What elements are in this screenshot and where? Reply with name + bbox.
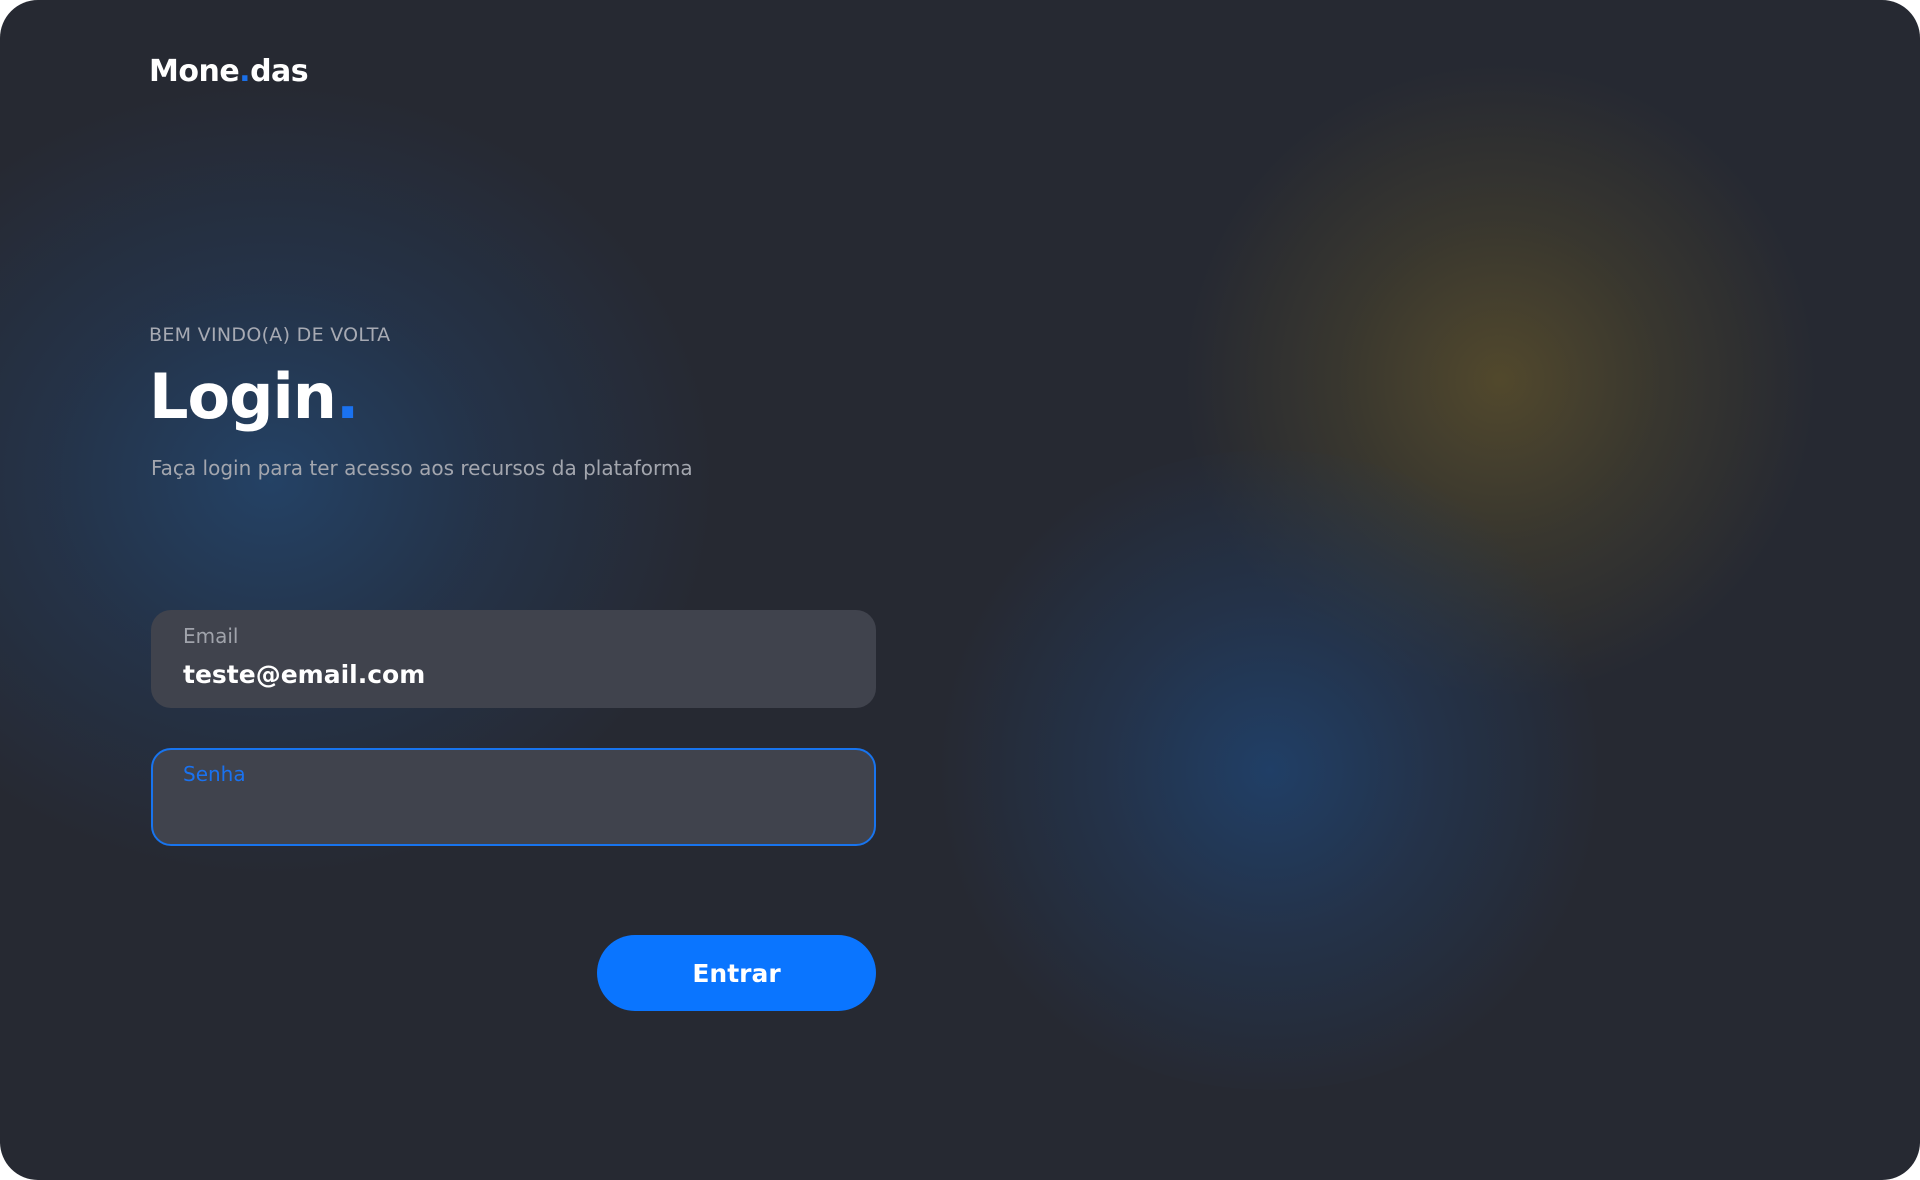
- brand-name-dot: .: [239, 54, 251, 89]
- page-title: Login.: [149, 357, 360, 437]
- password-field[interactable]: Senha: [151, 748, 876, 846]
- brand-logo[interactable]: Mone.das: [149, 54, 309, 89]
- page-subtitle: Faça login para ter acesso aos recursos …: [151, 456, 693, 480]
- email-field[interactable]: Email: [151, 610, 876, 708]
- page-title-dot: .: [335, 360, 360, 433]
- email-input[interactable]: [183, 656, 843, 692]
- background-glow-yellow: [1180, 60, 1820, 700]
- email-field-label: Email: [183, 624, 239, 648]
- password-input[interactable]: [183, 794, 843, 830]
- brand-name-end: das: [250, 54, 309, 89]
- login-window: Mone.das BEM VINDO(A) DE VOLTA Login. Fa…: [0, 0, 1920, 1180]
- login-button[interactable]: Entrar: [597, 935, 876, 1011]
- page-title-text: Login: [149, 360, 337, 433]
- password-field-label: Senha: [183, 762, 246, 786]
- background-glow-blue: [920, 450, 1620, 1090]
- welcome-eyebrow: BEM VINDO(A) DE VOLTA: [149, 324, 391, 346]
- brand-name-start: Mone: [149, 54, 240, 89]
